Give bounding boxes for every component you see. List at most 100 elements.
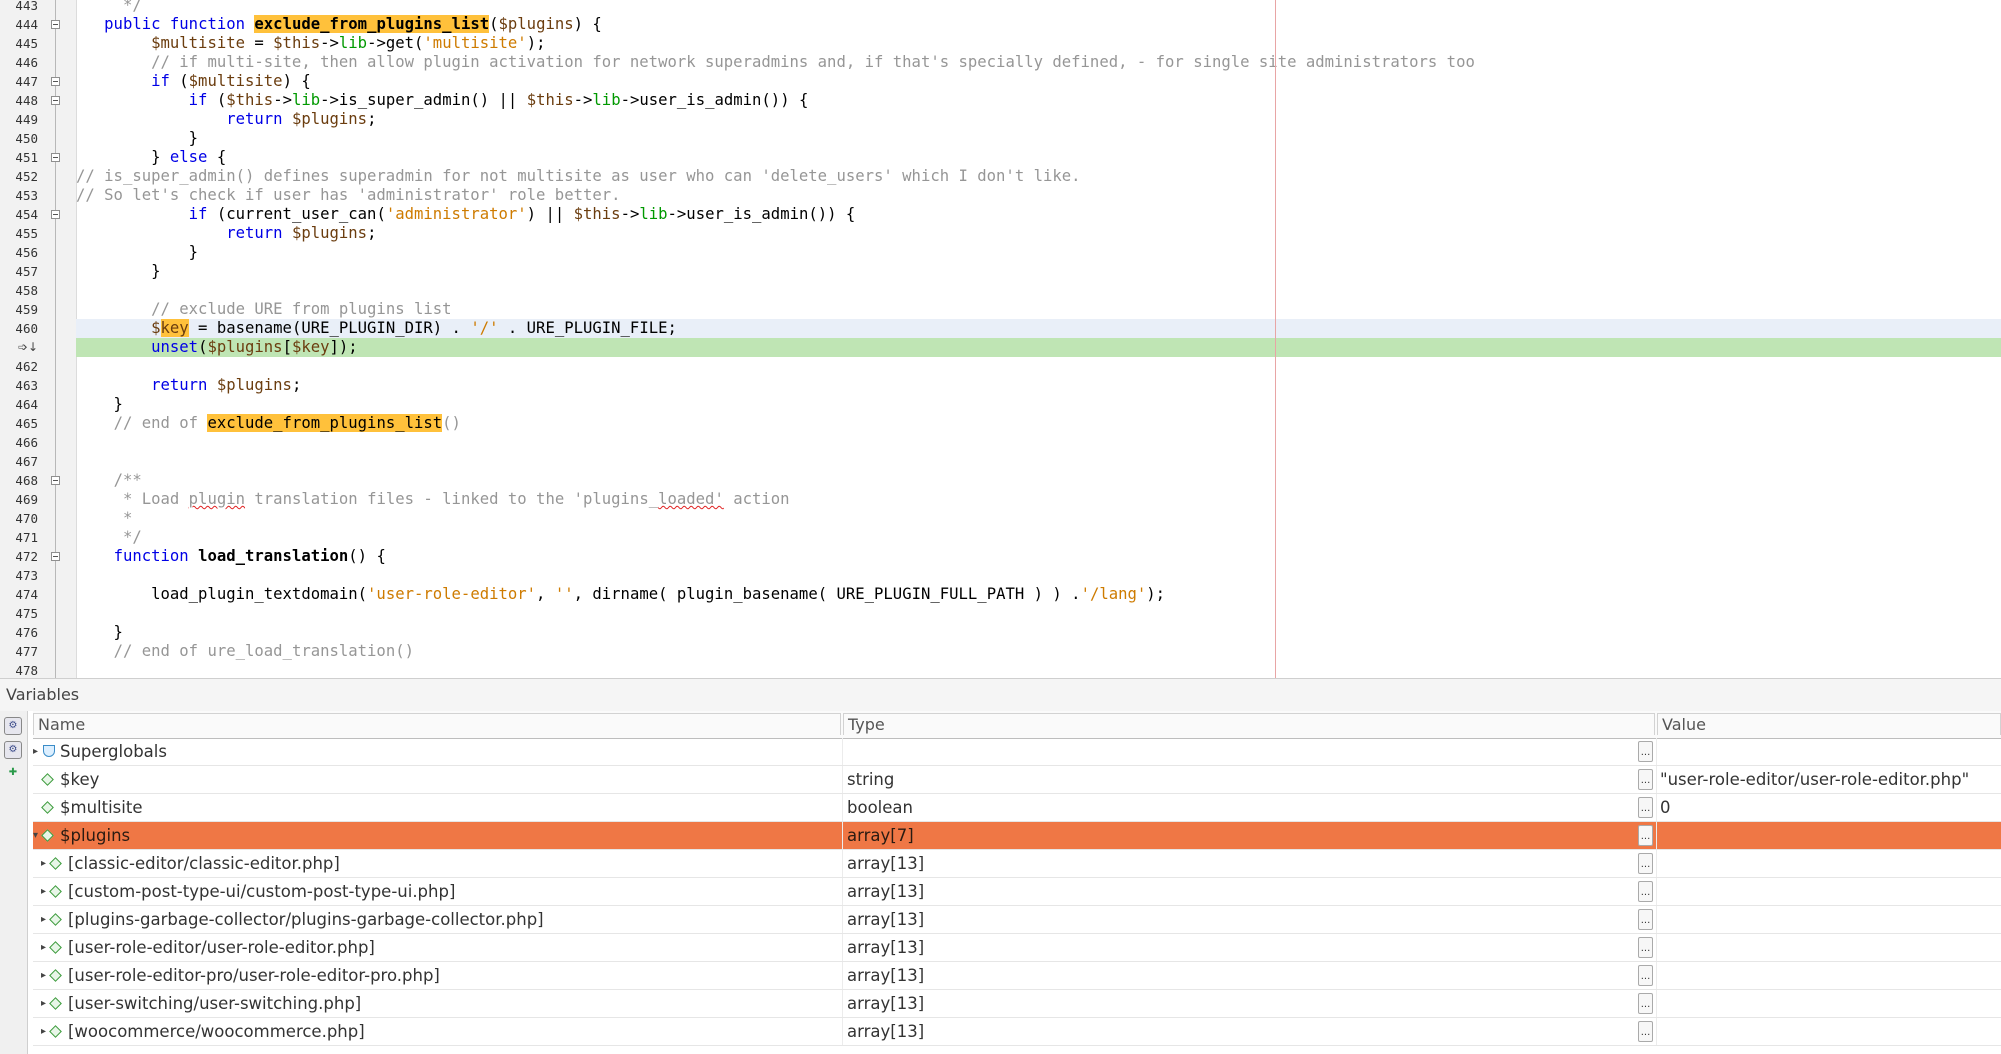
code-line[interactable]: 451 } else { (0, 148, 2001, 167)
code-line[interactable]: 478 (0, 661, 2001, 678)
add-watch-icon[interactable]: ✚ (4, 765, 22, 783)
code-line[interactable]: 464 } (0, 395, 2001, 414)
variable-value[interactable] (1660, 962, 1998, 989)
variable-row[interactable]: $key string... "user-role-editor/user-role… (33, 766, 2001, 794)
expand-triangle-icon[interactable]: ▸ (33, 738, 38, 765)
expand-triangle-icon[interactable]: ▸ (41, 990, 46, 1017)
fold-toggle-icon[interactable] (51, 96, 60, 105)
column-header-value[interactable]: Value (1657, 713, 2001, 735)
collapse-triangle-icon[interactable]: ▾ (33, 822, 38, 849)
variable-row[interactable]: ▸ [user-role-editor-pro/user-role-editor-… (33, 962, 2001, 990)
code-line[interactable]: 445 $multisite = $this->lib->get('multis… (0, 34, 2001, 53)
code-line[interactable]: 443 */ (0, 0, 2001, 15)
code-line[interactable]: 462 (0, 357, 2001, 376)
variable-row[interactable]: $multisite boolean... 0 (33, 794, 2001, 822)
code-line[interactable]: 465 // end of exclude_from_plugins_list(… (0, 414, 2001, 433)
code-line[interactable]: 458 (0, 281, 2001, 300)
variable-value[interactable] (1660, 1018, 1998, 1045)
code-line[interactable]: ➩↓ unset($plugins[$key]); (0, 338, 2001, 357)
code-token: } (76, 243, 199, 261)
edit-value-button[interactable]: ... (1638, 741, 1653, 762)
line-number: 449 (15, 112, 38, 127)
code-editor[interactable]: 443 */444 public function exclude_from_p… (0, 0, 2001, 678)
code-line[interactable]: 472 function load_translation() { (0, 547, 2001, 566)
variable-value[interactable] (1660, 850, 1998, 877)
code-line[interactable]: 466 (0, 433, 2001, 452)
column-divider (842, 850, 843, 877)
code-line[interactable]: 476 } (0, 623, 2001, 642)
code-line[interactable]: 470 * (0, 509, 2001, 528)
edit-value-button[interactable]: ... (1638, 937, 1653, 958)
code-line[interactable]: 469 * Load plugin translation files - li… (0, 490, 2001, 509)
expand-triangle-icon[interactable]: ▸ (41, 906, 46, 933)
code-line[interactable]: 447 if ($multisite) { (0, 72, 2001, 91)
variable-value[interactable] (1660, 738, 1998, 765)
variable-value[interactable] (1660, 934, 1998, 961)
code-text: // exclude URE from plugins list (76, 300, 451, 319)
edit-value-button[interactable]: ... (1638, 853, 1653, 874)
code-line[interactable]: 448 if ($this->lib->is_super_admin() || … (0, 91, 2001, 110)
code-line[interactable]: 456 } (0, 243, 2001, 262)
expand-triangle-icon[interactable]: ▸ (41, 850, 46, 877)
edit-value-button[interactable]: ... (1638, 797, 1653, 818)
edit-value-button[interactable]: ... (1638, 881, 1653, 902)
show-static-icon[interactable]: ⚙ (4, 741, 22, 759)
variable-value[interactable] (1660, 906, 1998, 933)
edit-value-button[interactable]: ... (1638, 1021, 1653, 1042)
edit-value-button[interactable]: ... (1638, 909, 1653, 930)
code-line[interactable]: 467 (0, 452, 2001, 471)
code-line[interactable]: 455 return $plugins; (0, 224, 2001, 243)
variable-value[interactable]: 0 (1660, 794, 1998, 821)
code-line[interactable]: 477 // end of ure_load_translation() (0, 642, 2001, 661)
variable-value[interactable]: "user-role-editor/user-role-editor.php" (1660, 766, 1998, 793)
watch-options-icon[interactable]: ⚙ (4, 717, 22, 735)
variable-row[interactable]: ▸ [woocommerce/woocommerce.php] array[13].… (33, 1018, 2001, 1046)
expand-triangle-icon[interactable]: ▸ (41, 878, 46, 905)
expand-triangle-icon[interactable]: ▸ (41, 934, 46, 961)
code-line[interactable]: 460 $key = basename(URE_PLUGIN_DIR) . '/… (0, 319, 2001, 338)
code-line[interactable]: 471 */ (0, 528, 2001, 547)
fold-toggle-icon[interactable] (51, 552, 60, 561)
edit-value-button[interactable]: ... (1638, 825, 1653, 846)
variable-row[interactable]: ▸ [user-role-editor/user-role-editor.php]… (33, 934, 2001, 962)
code-token: // is_super_admin() defines superadmin f… (76, 167, 1081, 185)
variable-value[interactable] (1660, 990, 1998, 1017)
code-token: -> (320, 34, 339, 52)
variable-row[interactable]: ▸ [custom-post-type-ui/custom-post-type-u… (33, 878, 2001, 906)
expand-triangle-icon[interactable]: ▸ (41, 962, 46, 989)
code-line[interactable]: 468 /** (0, 471, 2001, 490)
variable-value[interactable] (1660, 822, 1998, 849)
code-line[interactable]: 444 public function exclude_from_plugins… (0, 15, 2001, 34)
edit-value-button[interactable]: ... (1638, 993, 1653, 1014)
code-line[interactable]: 459 // exclude URE from plugins list (0, 300, 2001, 319)
fold-toggle-icon[interactable] (51, 20, 60, 29)
fold-toggle-icon[interactable] (51, 476, 60, 485)
expand-triangle-icon[interactable]: ▸ (41, 1018, 46, 1045)
code-line[interactable]: 463 return $plugins; (0, 376, 2001, 395)
code-line[interactable]: 450 } (0, 129, 2001, 148)
code-line[interactable]: 457 } (0, 262, 2001, 281)
variable-row[interactable]: ▸ [classic-editor/classic-editor.php] arra… (33, 850, 2001, 878)
fold-toggle-icon[interactable] (51, 210, 60, 219)
code-line[interactable]: 473 (0, 566, 2001, 585)
code-line[interactable]: 475 (0, 604, 2001, 623)
code-line[interactable]: 453 // So let's check if user has 'admini… (0, 186, 2001, 205)
variable-row[interactable]: ▾ $plugins array[7]... (33, 822, 2001, 850)
code-line[interactable]: 449 return $plugins; (0, 110, 2001, 129)
fold-toggle-icon[interactable] (51, 77, 60, 86)
code-line[interactable]: 474 load_plugin_textdomain('user-role-ed… (0, 585, 2001, 604)
variable-row[interactable]: ▸ [user-switching/user-switching.php] arra… (33, 990, 2001, 1018)
column-header-name[interactable]: Name (33, 713, 841, 735)
variable-row[interactable]: ▸ [plugins-garbage-collector/plugins-garb… (33, 906, 2001, 934)
edit-value-button[interactable]: ... (1638, 965, 1653, 986)
column-header-type[interactable]: Type (843, 713, 1655, 735)
variable-icon (49, 1025, 62, 1038)
code-line[interactable]: 454 if (current_user_can('administrator'… (0, 205, 2001, 224)
line-number: 470 (15, 511, 38, 526)
variable-row[interactable]: ▸ Superglobals... (33, 738, 2001, 766)
variable-value[interactable] (1660, 878, 1998, 905)
edit-value-button[interactable]: ... (1638, 769, 1653, 790)
fold-toggle-icon[interactable] (51, 153, 60, 162)
code-line[interactable]: 446 // if multi-site, then allow plugin … (0, 53, 2001, 72)
code-line[interactable]: 452 // is_super_admin() defines superadmi… (0, 167, 2001, 186)
